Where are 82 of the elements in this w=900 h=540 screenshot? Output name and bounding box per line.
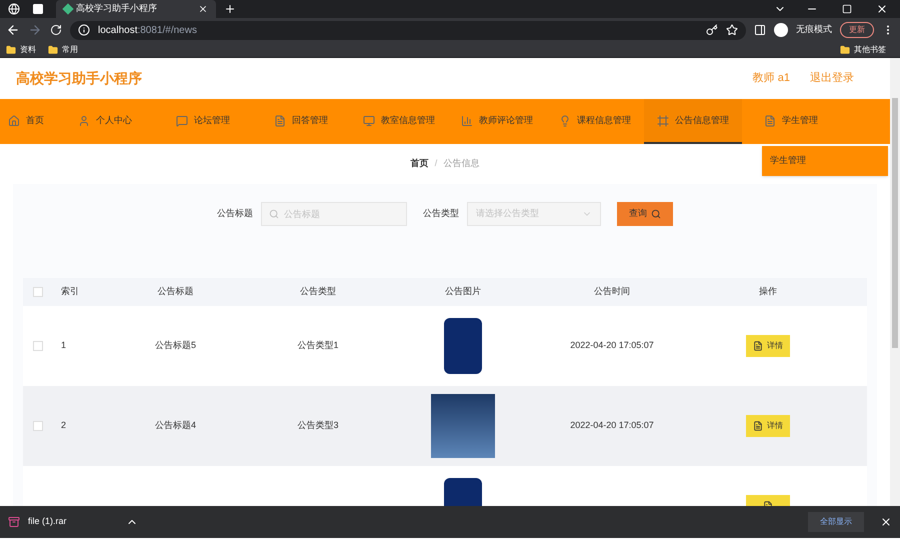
field-label: 公告类型: [423, 207, 459, 220]
photo-placeholder: [431, 394, 495, 458]
table-cell: 1: [61, 340, 66, 350]
document-icon: [274, 114, 286, 126]
nav-item[interactable]: 公告信息管理: [644, 99, 742, 144]
address-bar[interactable]: localhost:8081/#/news: [70, 20, 746, 40]
update-button[interactable]: 更新: [840, 22, 874, 38]
frame-icon: [657, 114, 669, 126]
bookmark-folder[interactable]: 常用: [48, 44, 78, 56]
column-header: 索引: [60, 285, 80, 298]
row-checkbox[interactable]: [33, 421, 43, 431]
restore-icon[interactable]: [842, 4, 852, 14]
detail-button[interactable]: 详情: [746, 415, 790, 437]
download-file-name[interactable]: file (1).rar: [28, 515, 118, 529]
close-icon[interactable]: [876, 3, 888, 15]
column-header: 公告标题: [156, 285, 194, 298]
info-icon: [78, 24, 90, 36]
detail-button[interactable]: 详情: [746, 335, 790, 357]
back-icon[interactable]: [6, 23, 20, 37]
home-icon: [8, 114, 20, 126]
bookmark-folder[interactable]: 其他书签: [840, 44, 886, 56]
table-cell: 2: [61, 420, 66, 430]
nav-item[interactable]: 论坛管理: [154, 99, 252, 144]
breadcrumb-current: 公告信息: [443, 157, 480, 170]
column-header: 公告时间: [593, 285, 631, 298]
table-cell: 2022-04-20 17:05:07: [570, 340, 654, 350]
forward-icon[interactable]: [28, 23, 42, 37]
nav-item[interactable]: 教师评论管理: [448, 99, 546, 144]
search-icon: [269, 209, 279, 219]
dropdown-item[interactable]: 学生管理: [770, 154, 806, 168]
user-name: 教师 a1: [752, 71, 790, 86]
logo-placeholder: [444, 318, 482, 374]
incognito-avatar-icon: [774, 23, 788, 37]
star-icon[interactable]: [726, 24, 738, 36]
tab-icon[interactable]: [32, 3, 44, 15]
nav-item[interactable]: 教室信息管理: [350, 99, 448, 144]
url-text: localhost:8081/#/news: [98, 24, 197, 38]
new-tab-icon[interactable]: [224, 3, 236, 15]
document-icon: [753, 421, 763, 431]
table-cell: 公告标题4: [154, 420, 196, 430]
archive-file-icon: [8, 516, 20, 528]
nav-item[interactable]: 个人中心: [56, 99, 154, 144]
monitor-icon: [363, 114, 375, 126]
table-cell: 公告标题5: [154, 340, 196, 350]
nav-item[interactable]: 首页: [0, 99, 56, 144]
chat-icon: [176, 114, 188, 126]
folder-icon: [48, 44, 58, 54]
folder-icon: [840, 44, 850, 54]
site-title: 高校学习助手小程序: [16, 69, 142, 88]
nav-item[interactable]: 课程信息管理: [546, 99, 644, 144]
globe-icon[interactable]: [8, 3, 20, 15]
lightbulb-icon: [559, 114, 571, 126]
query-button[interactable]: 查询: [617, 202, 673, 226]
nav-item[interactable]: 学生管理: [742, 99, 840, 144]
browser-tab[interactable]: 高校学习助手小程序: [56, 0, 216, 18]
search-icon: [651, 209, 661, 219]
bookmark-folder[interactable]: 资料: [6, 44, 36, 56]
row-checkbox[interactable]: [33, 341, 43, 351]
table-cell: 公告类型3: [297, 420, 338, 430]
table-cell: 公告类型1: [297, 340, 338, 350]
close-icon[interactable]: [880, 516, 892, 528]
document-icon: [764, 114, 776, 126]
column-header: 公告类型: [299, 285, 337, 298]
breadcrumb-separator: /: [434, 157, 438, 170]
select-all-checkbox[interactable]: [33, 287, 43, 297]
scrollbar-thumb[interactable]: [892, 98, 898, 348]
incognito-label: 无痕模式: [796, 23, 832, 36]
breadcrumb-home[interactable]: 首页: [410, 157, 429, 171]
reload-icon[interactable]: [50, 24, 62, 36]
show-all-button[interactable]: 全部显示: [808, 512, 864, 532]
close-icon[interactable]: [198, 4, 208, 14]
document-icon: [753, 341, 763, 351]
user-icon: [78, 114, 90, 126]
folder-icon: [6, 44, 16, 54]
side-panel-icon[interactable]: [754, 24, 766, 36]
nav-item[interactable]: 回答管理: [252, 99, 350, 144]
column-header: 公告图片: [444, 285, 482, 298]
table-cell: 2022-04-20 17:05:07: [570, 420, 654, 430]
column-header: 操作: [758, 285, 778, 298]
key-icon[interactable]: [706, 24, 718, 36]
field-label: 公告标题: [217, 207, 253, 220]
bar-chart-icon: [461, 114, 473, 126]
